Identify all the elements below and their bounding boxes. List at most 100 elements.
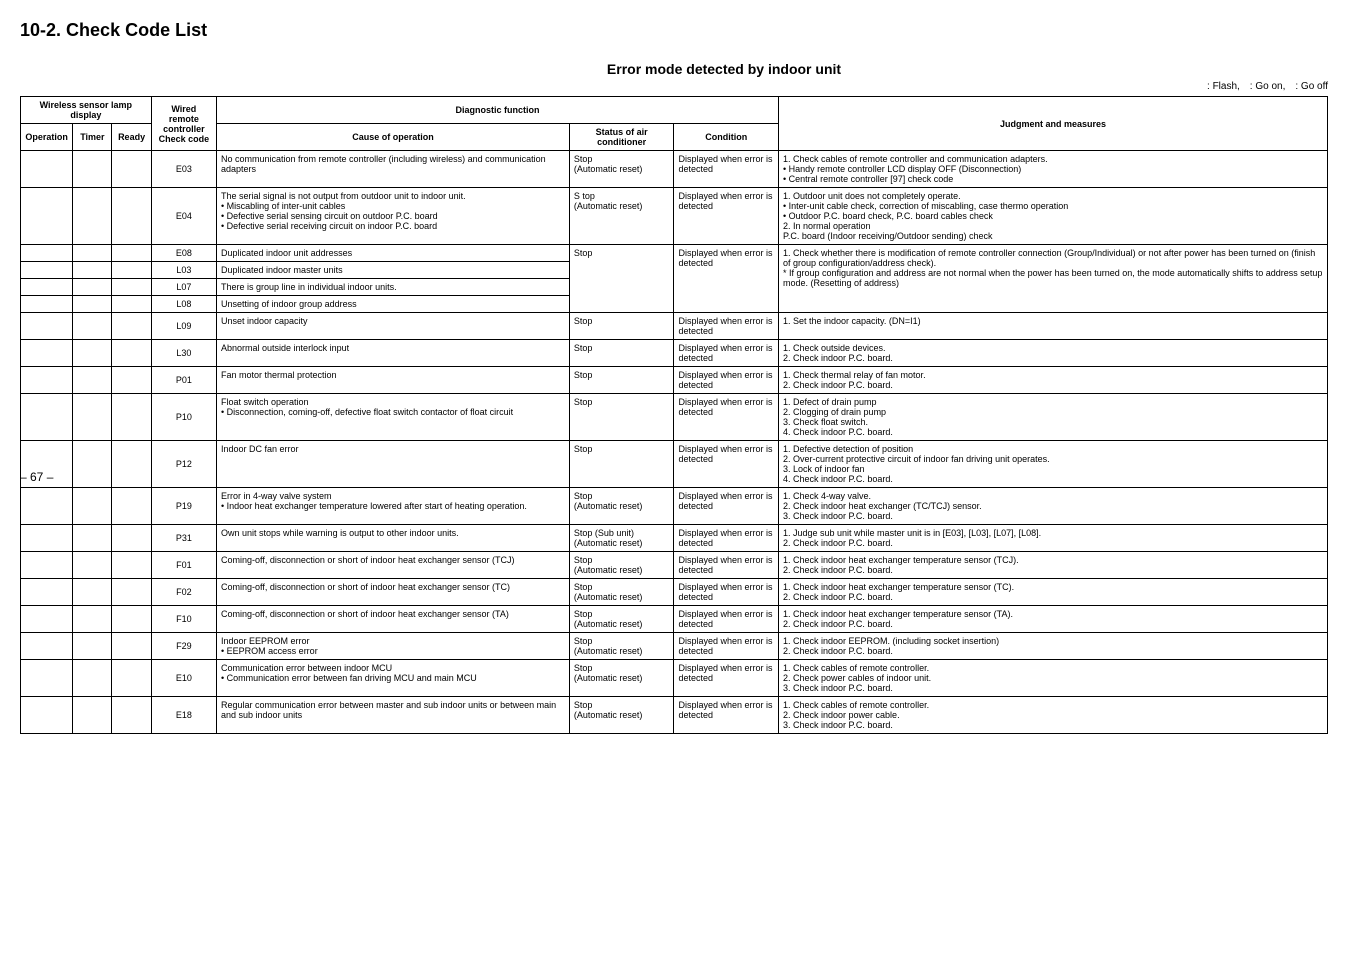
sensor-cell [112,262,151,279]
sensor-cell [112,606,151,633]
cause-cell: Coming-off, disconnection or short of in… [217,579,570,606]
cause-cell: Own unit stops while warning is output t… [217,525,570,552]
judgment-cell: 1. Check 4-way valve. 2. Check indoor he… [779,488,1328,525]
sensor-cell [21,188,73,245]
sensor-cell [21,313,73,340]
cause-cell: The serial signal is not output from out… [217,188,570,245]
sensor-cell [73,488,112,525]
check-code-cell: E18 [151,697,216,734]
check-code-cell: L08 [151,296,216,313]
judgment-cell: 1. Defective detection of position 2. Ov… [779,441,1328,488]
check-code-cell: L09 [151,313,216,340]
check-code-cell: P01 [151,367,216,394]
judgment-cell: 1. Outdoor unit does not completely oper… [779,188,1328,245]
sensor-cell [21,606,73,633]
sensor-cell [21,552,73,579]
legend-text: : Flash, : Go on, : Go off [20,81,1328,92]
status-cell: S top (Automatic reset) [569,188,674,245]
sensor-cell [112,488,151,525]
header-condition: Condition [674,124,779,151]
judgment-cell: 1. Check cables of remote controller. 2.… [779,660,1328,697]
section-number: 10-2. [20,20,61,40]
judgment-cell: 1. Check indoor EEPROM. (including socke… [779,633,1328,660]
sensor-cell [21,296,73,313]
judgment-cell: 1. Check cables of remote controller and… [779,151,1328,188]
sensor-cell [21,340,73,367]
judgment-cell: 1. Check thermal relay of fan motor. 2. … [779,367,1328,394]
sensor-cell [73,262,112,279]
header-operation: Operation [21,124,73,151]
cause-cell: Communication error between indoor MCU •… [217,660,570,697]
sensor-cell [73,367,112,394]
sensor-cell [112,367,151,394]
condition-cell: Displayed when error is detected [674,697,779,734]
sensor-cell [73,633,112,660]
cause-cell: No communication from remote controller … [217,151,570,188]
check-code-cell: F10 [151,606,216,633]
table-row: E03No communication from remote controll… [21,151,1328,188]
sensor-cell [112,633,151,660]
judgment-cell: 1. Check indoor heat exchanger temperatu… [779,579,1328,606]
cause-cell: Indoor DC fan error [217,441,570,488]
sensor-cell [21,488,73,525]
cause-cell: Float switch operation • Disconnection, … [217,394,570,441]
status-cell: Stop [569,313,674,340]
sensor-cell [21,633,73,660]
cause-cell: Error in 4-way valve system • Indoor hea… [217,488,570,525]
header-check-code: Check code [159,134,210,144]
sensor-cell [112,697,151,734]
sensor-cell [73,552,112,579]
check-code-cell: F02 [151,579,216,606]
sensor-cell [112,313,151,340]
table-row: F01Coming-off, disconnection or short of… [21,552,1328,579]
judgment-cell: 1. Defect of drain pump 2. Clogging of d… [779,394,1328,441]
sensor-cell [112,188,151,245]
sensor-cell [73,279,112,296]
check-code-cell: L07 [151,279,216,296]
sensor-cell [112,394,151,441]
sensor-cell [73,188,112,245]
check-code-cell: E08 [151,245,216,262]
header-wired-remote-line1: Wired remote controller [163,104,205,134]
sensor-cell [73,394,112,441]
cause-cell: Duplicated indoor unit addresses [217,245,570,262]
sensor-cell [21,245,73,262]
header-cause: Cause of operation [217,124,570,151]
sensor-cell [21,262,73,279]
sensor-cell [21,579,73,606]
check-code-table: Wireless sensor lamp display Wired remot… [20,96,1328,734]
check-code-cell: E03 [151,151,216,188]
cause-cell: Unset indoor capacity [217,313,570,340]
condition-cell: Displayed when error is detected [674,340,779,367]
table-row: P31Own unit stops while warning is outpu… [21,525,1328,552]
table-row: P19Error in 4-way valve system • Indoor … [21,488,1328,525]
table-title: Error mode detected by indoor unit [120,61,1328,77]
condition-cell: Displayed when error is detected [674,488,779,525]
cause-cell: Coming-off, disconnection or short of in… [217,606,570,633]
table-row: E18Regular communication error between m… [21,697,1328,734]
condition-cell: Displayed when error is detected [674,151,779,188]
cause-cell: Indoor EEPROM error • EEPROM access erro… [217,633,570,660]
status-cell: Stop (Automatic reset) [569,488,674,525]
condition-cell: Displayed when error is detected [674,188,779,245]
table-row: L09Unset indoor capacityStopDisplayed wh… [21,313,1328,340]
table-row: P12Indoor DC fan errorStopDisplayed when… [21,441,1328,488]
status-cell: Stop [569,340,674,367]
condition-cell: Displayed when error is detected [674,313,779,340]
judgment-cell: 1. Check cables of remote controller. 2.… [779,697,1328,734]
sensor-cell [112,151,151,188]
status-cell: Stop (Automatic reset) [569,579,674,606]
status-cell: Stop [569,394,674,441]
sensor-cell [112,441,151,488]
judgment-cell: 1. Check indoor heat exchanger temperatu… [779,552,1328,579]
status-cell: Stop [569,245,674,313]
check-code-cell: P10 [151,394,216,441]
sensor-cell [73,296,112,313]
sensor-cell [73,697,112,734]
sensor-cell [73,340,112,367]
sensor-cell [21,151,73,188]
status-cell: Stop (Automatic reset) [569,151,674,188]
check-code-cell: F01 [151,552,216,579]
table-row: P01Fan motor thermal protectionStopDispl… [21,367,1328,394]
sensor-cell [112,340,151,367]
